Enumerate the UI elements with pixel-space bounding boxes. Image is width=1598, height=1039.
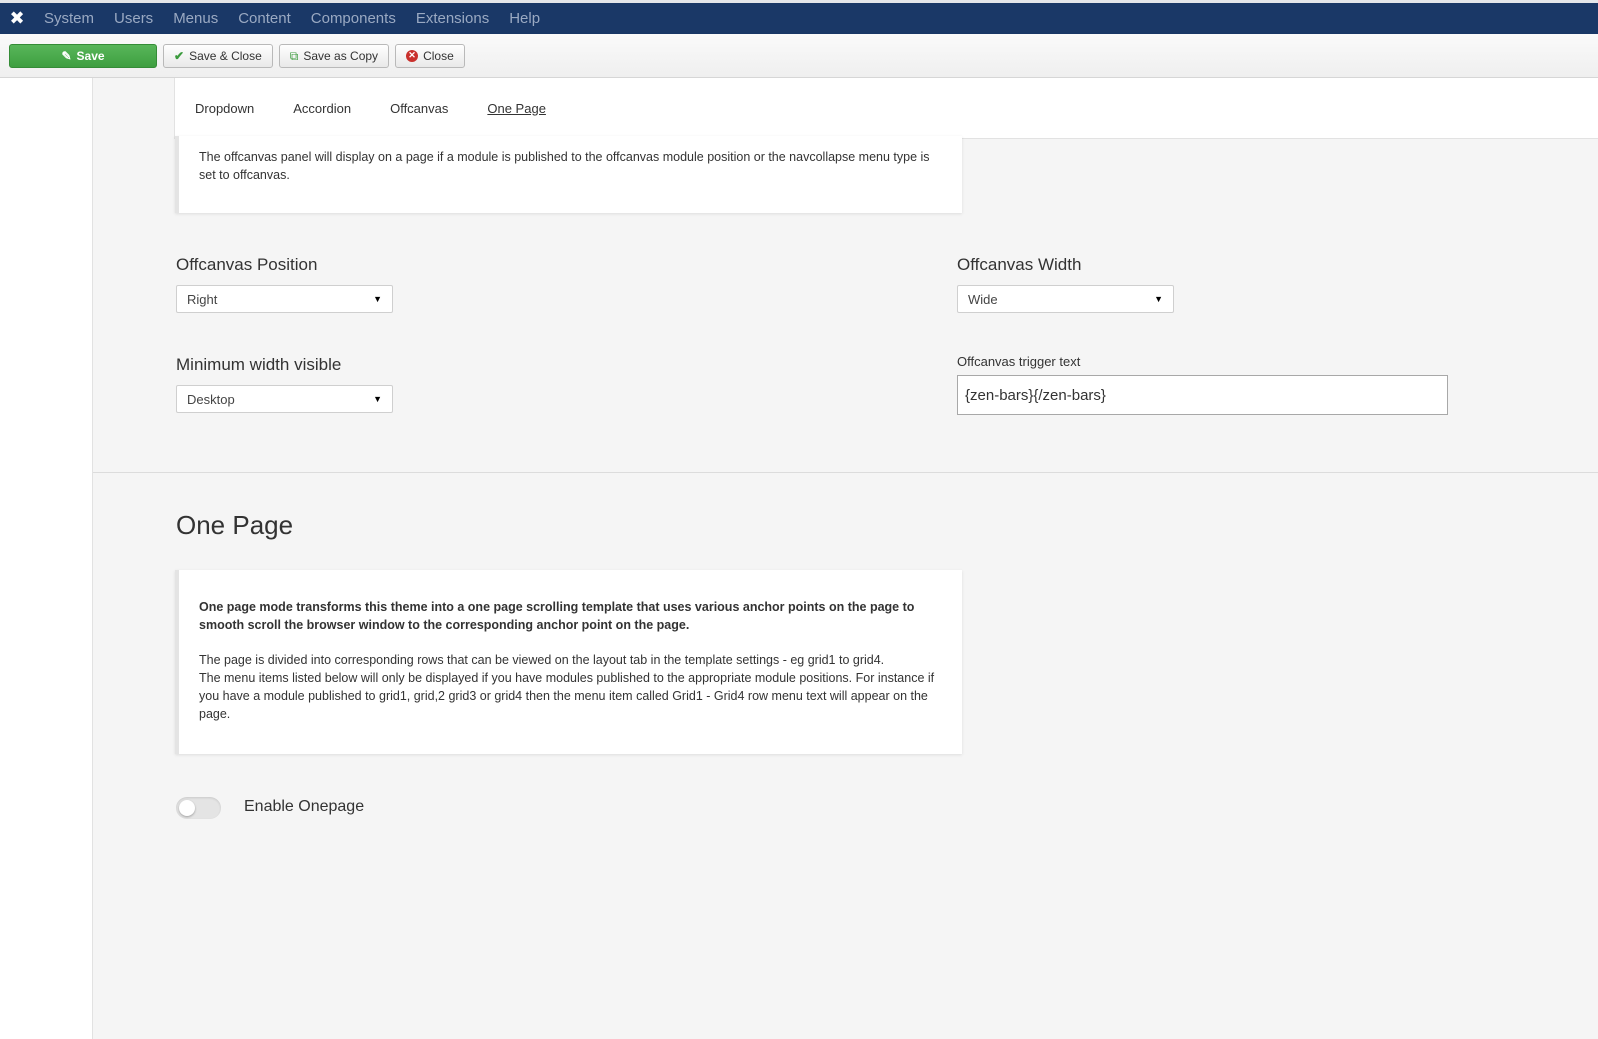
main-content: Dropdown Accordion Offcanvas One Page Th… bbox=[93, 78, 1598, 1039]
one-page-paragraph-2: The menu items listed below will only be… bbox=[199, 671, 935, 721]
tab-accordion[interactable]: Accordion bbox=[293, 101, 351, 116]
caret-down-icon: ▼ bbox=[1154, 294, 1163, 304]
offcanvas-trigger-label: Offcanvas trigger text bbox=[957, 354, 1081, 369]
offcanvas-width-value: Wide bbox=[968, 291, 998, 307]
caret-down-icon: ▼ bbox=[373, 294, 382, 304]
offcanvas-trigger-value: {zen-bars}{/zen-bars} bbox=[965, 386, 1106, 404]
close-button[interactable]: ✕ Close bbox=[395, 43, 465, 68]
caret-down-icon: ▼ bbox=[373, 394, 382, 404]
edit-icon: ✎ bbox=[61, 48, 72, 63]
tab-dropdown[interactable]: Dropdown bbox=[195, 101, 254, 116]
nav-item-components[interactable]: Components bbox=[301, 3, 406, 34]
check-icon: ✔ bbox=[174, 48, 185, 63]
offcanvas-width-label: Offcanvas Width bbox=[957, 255, 1082, 274]
nav-item-users[interactable]: Users bbox=[104, 3, 163, 34]
one-page-lead-text: One page mode transforms this theme into… bbox=[199, 600, 915, 632]
nav-item-system[interactable]: System bbox=[34, 3, 104, 34]
close-button-label: Close bbox=[423, 48, 454, 63]
save-copy-button[interactable]: ⧉ Save as Copy bbox=[278, 43, 390, 68]
min-width-visible-select[interactable]: Desktop ▼ bbox=[176, 385, 393, 413]
save-button-label: Save bbox=[76, 48, 105, 63]
menu-type-tabs: Dropdown Accordion Offcanvas One Page bbox=[174, 78, 1598, 139]
offcanvas-info-text: The offcanvas panel will display on a pa… bbox=[199, 150, 930, 182]
top-navbar: ✖ System Users Menus Content Components … bbox=[0, 0, 1598, 34]
nav-item-help[interactable]: Help bbox=[499, 3, 550, 34]
joomla-logo-icon[interactable]: ✖ bbox=[0, 3, 34, 34]
toolbar: ✎ Save ✔ Save & Close ⧉ Save as Copy ✕ C… bbox=[0, 34, 1598, 78]
tab-offcanvas[interactable]: Offcanvas bbox=[390, 101, 448, 116]
offcanvas-info-card: The offcanvas panel will display on a pa… bbox=[175, 136, 962, 213]
offcanvas-position-label: Offcanvas Position bbox=[176, 255, 318, 274]
offcanvas-trigger-input[interactable]: {zen-bars}{/zen-bars} bbox=[957, 375, 1448, 415]
one-page-title: One Page bbox=[176, 510, 294, 540]
min-width-visible-label: Minimum width visible bbox=[176, 355, 342, 374]
copy-icon: ⧉ bbox=[289, 48, 299, 63]
close-icon: ✕ bbox=[406, 49, 419, 62]
offcanvas-width-select[interactable]: Wide ▼ bbox=[957, 285, 1174, 313]
section-divider bbox=[93, 472, 1598, 473]
offcanvas-position-select[interactable]: Right ▼ bbox=[176, 285, 393, 313]
one-page-paragraph-1: The page is divided into corresponding r… bbox=[199, 653, 885, 667]
min-width-visible-value: Desktop bbox=[187, 391, 235, 407]
enable-onepage-toggle[interactable] bbox=[176, 797, 221, 819]
save-close-button-label: Save & Close bbox=[189, 48, 262, 63]
save-button[interactable]: ✎ Save bbox=[9, 43, 157, 68]
offcanvas-position-value: Right bbox=[187, 291, 218, 307]
save-close-button[interactable]: ✔ Save & Close bbox=[163, 43, 273, 68]
one-page-info-card: One page mode transforms this theme into… bbox=[175, 570, 962, 754]
left-sidebar bbox=[0, 78, 93, 1039]
tab-one-page[interactable]: One Page bbox=[487, 101, 546, 116]
save-copy-button-label: Save as Copy bbox=[303, 48, 379, 63]
nav-item-menus[interactable]: Menus bbox=[163, 3, 228, 34]
nav-item-content[interactable]: Content bbox=[228, 3, 301, 34]
toggle-knob bbox=[179, 800, 195, 816]
enable-onepage-label: Enable Onepage bbox=[244, 798, 365, 815]
nav-item-extensions[interactable]: Extensions bbox=[406, 3, 499, 34]
